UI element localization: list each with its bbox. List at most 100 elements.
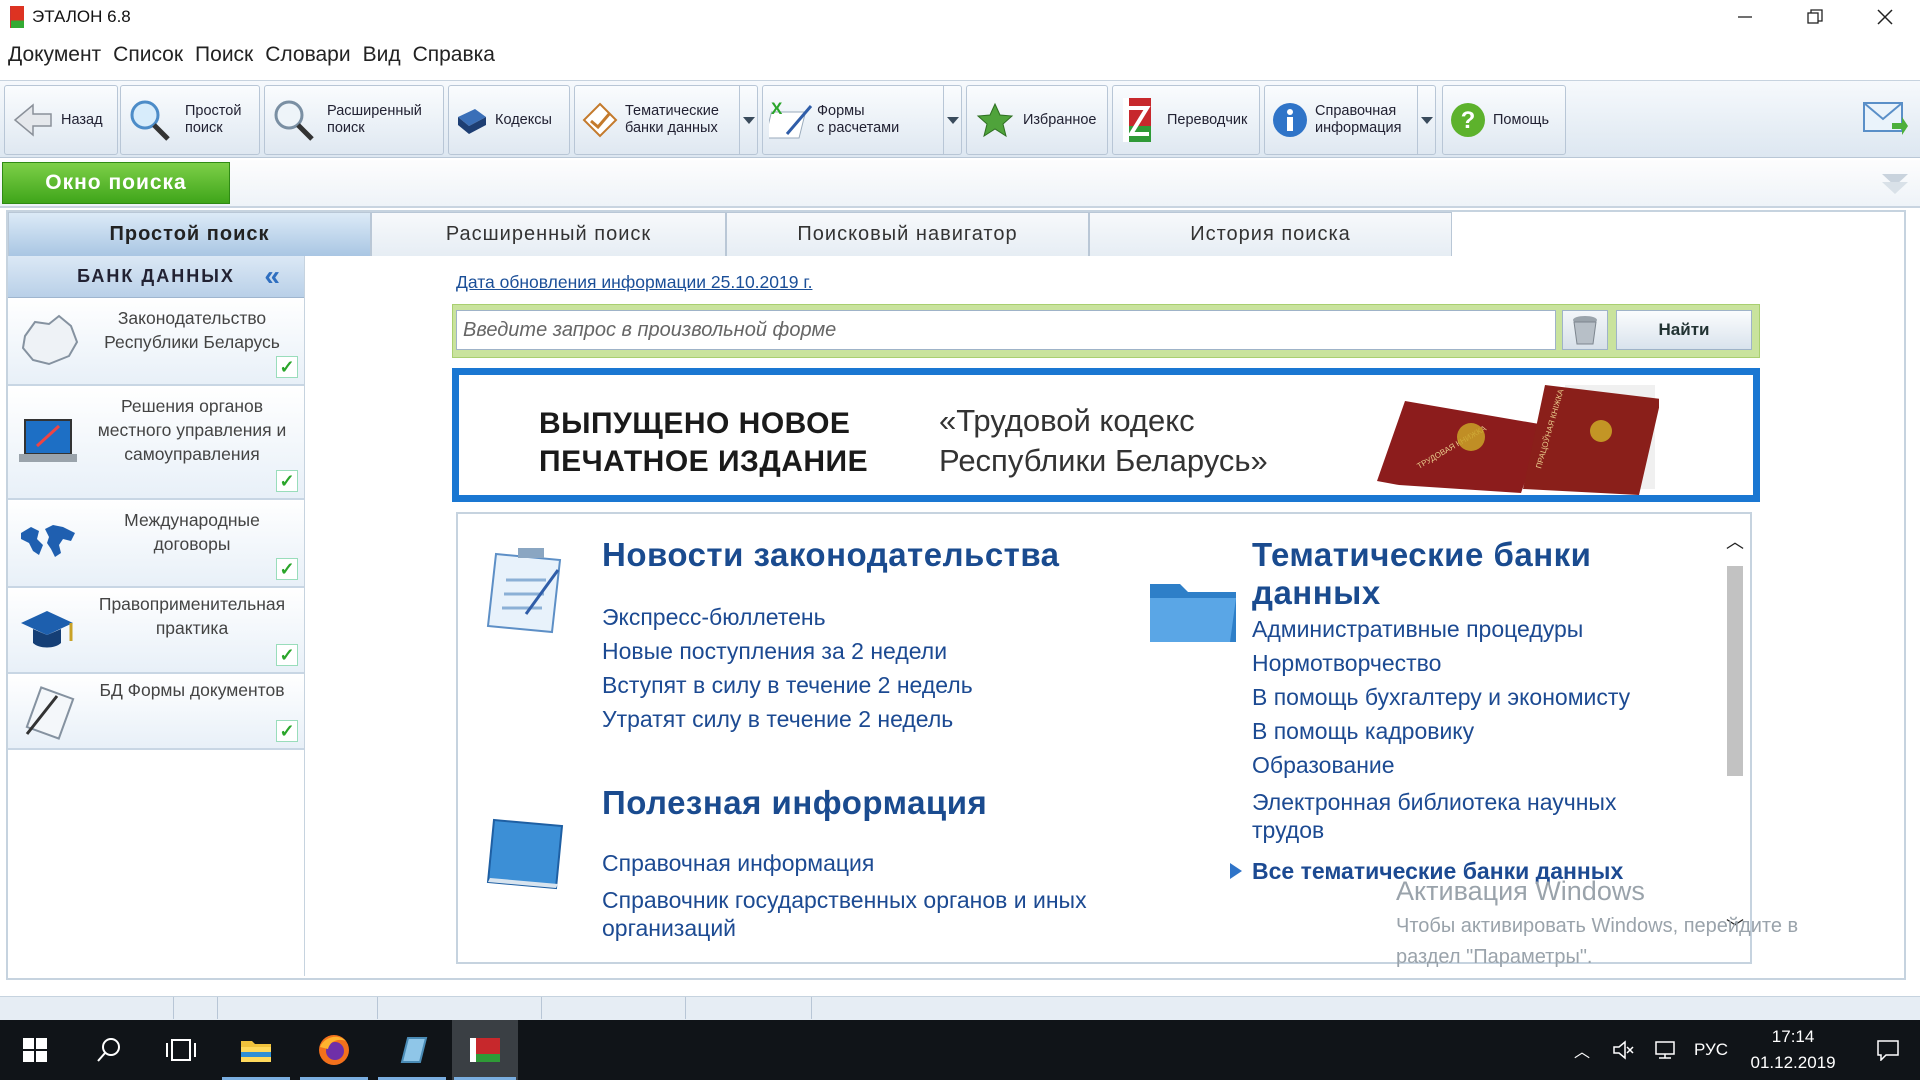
simple-search-button[interactable]: Простой поиск xyxy=(120,85,260,155)
windows-taskbar: ︿ РУС 17:14 01.12.2019 xyxy=(0,1020,1920,1080)
translator-button[interactable]: Переводчик xyxy=(1112,85,1260,155)
mail-icon[interactable] xyxy=(1862,99,1908,139)
favorites-button[interactable]: Избранное xyxy=(966,85,1108,155)
tab-extended-search[interactable]: Расширенный поиск xyxy=(371,212,726,256)
help-question-icon: ? xyxy=(1449,98,1487,142)
minimize-button[interactable] xyxy=(1710,0,1780,34)
task-view-icon xyxy=(166,1039,196,1061)
close-button[interactable] xyxy=(1850,0,1920,34)
menu-document[interactable]: Документ xyxy=(8,43,101,67)
useful-link[interactable]: Справочная информация xyxy=(602,846,1162,880)
databank-sidebar: БАНК ДАННЫХ « Законодательство Республик… xyxy=(8,256,305,976)
databank-item-checkbox[interactable]: ✓ xyxy=(276,558,298,580)
thematic-banks-dropdown-arrow[interactable] xyxy=(739,86,757,154)
restore-button[interactable] xyxy=(1780,0,1850,34)
folder-icon xyxy=(241,1041,271,1062)
news-link[interactable]: Вступят в силу в течение 2 недель xyxy=(602,668,1122,702)
news-link[interactable]: Новые поступления за 2 недели xyxy=(602,634,1122,668)
reference-info-dropdown-arrow[interactable] xyxy=(1417,86,1435,154)
search-window-tab[interactable]: Окно поиска xyxy=(2,162,230,204)
databank-item-checkbox[interactable]: ✓ xyxy=(276,356,298,378)
task-view-button[interactable] xyxy=(146,1020,216,1080)
promo-banner[interactable]: ВЫПУЩЕНО НОВОЕ ПЕЧАТНОЕ ИЗДАНИЕ «Трудово… xyxy=(452,368,1760,502)
banner-headline: ВЫПУЩЕНО НОВОЕ ПЕЧАТНОЕ ИЗДАНИЕ xyxy=(539,405,868,481)
menu-bar: Документ Список Поиск Словари Вид Справк… xyxy=(0,40,507,70)
language-indicator[interactable]: РУС xyxy=(1694,1040,1728,1060)
taskbar-etalon[interactable] xyxy=(452,1020,518,1080)
forms-calc-icon: X xyxy=(769,98,813,142)
world-map-icon xyxy=(16,512,80,576)
system-tray: ︿ РУС 17:14 01.12.2019 xyxy=(1574,1020,1900,1080)
network-icon[interactable] xyxy=(1652,1040,1678,1060)
taskbar-explorer[interactable] xyxy=(218,1020,294,1080)
databank-header-label: БАНК ДАННЫХ xyxy=(77,266,235,286)
taskbar-app[interactable] xyxy=(374,1020,450,1080)
tab-search-history[interactable]: История поиска xyxy=(1089,212,1452,256)
databank-item-checkbox[interactable]: ✓ xyxy=(276,470,298,492)
firefox-icon xyxy=(319,1035,349,1065)
query-input[interactable]: Введите запрос в произвольной форме xyxy=(456,310,1556,350)
menu-dictionaries[interactable]: Словари xyxy=(265,43,350,67)
star-icon xyxy=(973,98,1017,142)
databank-item-law-practice[interactable]: Правоприменительная практика ✓ xyxy=(8,588,304,674)
thematic-banks-label-1: Тематические xyxy=(625,103,719,119)
help-button[interactable]: ? Помощь xyxy=(1442,85,1566,155)
thematic-link[interactable]: Нормотворчество xyxy=(1252,646,1722,680)
menu-view[interactable]: Вид xyxy=(363,43,401,67)
extended-search-button[interactable]: Расширенный поиск xyxy=(264,85,444,155)
toolbar: Назад Простой поиск Расширенный поиск Коде… xyxy=(0,80,1920,158)
back-button[interactable]: Назад xyxy=(4,85,118,155)
restore-icon xyxy=(1807,9,1823,24)
title-bar: ЭТАЛОН 6.8 xyxy=(0,0,1920,34)
start-button[interactable] xyxy=(0,1020,70,1080)
belarus-map-icon xyxy=(16,310,80,374)
notifications-icon[interactable] xyxy=(1876,1039,1900,1061)
window-title: ЭТАЛОН 6.8 xyxy=(32,7,131,26)
search-tabs: Простой поиск Расширенный поиск Поисковы… xyxy=(8,212,1452,256)
news-link[interactable]: Утратят силу в течение 2 недель xyxy=(602,702,1122,736)
status-cell xyxy=(174,997,218,1019)
databank-item-international[interactable]: Международные договоры ✓ xyxy=(8,500,304,588)
thematic-link[interactable]: Административные процедуры xyxy=(1252,612,1722,646)
panel-collapse-icon[interactable] xyxy=(1880,168,1910,198)
watermark-line-3: раздел "Параметры". xyxy=(1396,946,1593,968)
taskbar-firefox[interactable] xyxy=(296,1020,372,1080)
activation-watermark: Активация Windows Чтобы активировать Win… xyxy=(1396,876,1798,973)
tab-simple-search[interactable]: Простой поиск xyxy=(8,212,371,256)
thematic-banks-button[interactable]: Тематические банки данных xyxy=(574,85,758,155)
watermark-title: Активация Windows xyxy=(1396,876,1645,906)
scroll-up-icon[interactable]: ︿ xyxy=(1724,530,1746,552)
clock[interactable]: 17:14 01.12.2019 xyxy=(1748,1024,1838,1076)
databank-item-checkbox[interactable]: ✓ xyxy=(276,644,298,666)
codes-button[interactable]: Кодексы xyxy=(448,85,570,155)
useful-link[interactable]: Справочник государственных органов и ины… xyxy=(602,886,1162,942)
thematic-link[interactable]: В помощь бухгалтеру и экономисту xyxy=(1252,680,1722,714)
collapse-chevron-icon[interactable]: « xyxy=(264,262,282,290)
document-pen-icon xyxy=(16,680,80,744)
tab-search-navigator[interactable]: Поисковый навигатор xyxy=(726,212,1089,256)
update-date-link[interactable]: Дата обновления информации 25.10.2019 г. xyxy=(456,272,812,293)
databank-item-checkbox[interactable]: ✓ xyxy=(276,720,298,742)
menu-help[interactable]: Справка xyxy=(413,43,495,67)
databank-item-legislation[interactable]: Законодательство Республики Беларусь ✓ xyxy=(8,298,304,386)
volume-muted-icon[interactable] xyxy=(1612,1040,1634,1060)
news-title: Новости законодательства xyxy=(602,536,1060,573)
menu-search[interactable]: Поиск xyxy=(195,43,253,67)
taskbar-search-button[interactable] xyxy=(74,1020,144,1080)
thematic-link[interactable]: В помощь кадровику xyxy=(1252,714,1722,748)
codes-book-icon xyxy=(455,98,489,142)
watermark-line-2: Чтобы активировать Windows, перейдите в xyxy=(1396,915,1799,937)
databank-item-local-decisions[interactable]: Решения органов местного управления и са… xyxy=(8,386,304,500)
menu-list[interactable]: Список xyxy=(113,43,183,67)
reference-info-button[interactable]: Справочная информация xyxy=(1264,85,1436,155)
thematic-link[interactable]: Электронная библиотека научных трудов xyxy=(1252,788,1652,844)
find-button[interactable]: Найти xyxy=(1616,310,1752,350)
news-link[interactable]: Экспресс-бюллетень xyxy=(602,600,1122,634)
forms-calc-dropdown-arrow[interactable] xyxy=(943,86,961,154)
tray-chevron-icon[interactable]: ︿ xyxy=(1574,1038,1590,1062)
thematic-link[interactable]: Образование xyxy=(1252,748,1722,782)
forms-calc-button[interactable]: X Формы с расчетами xyxy=(762,85,962,155)
scroll-thumb[interactable] xyxy=(1727,566,1743,776)
clear-query-button[interactable] xyxy=(1562,310,1608,350)
databank-item-forms[interactable]: БД Формы документов ✓ xyxy=(8,674,304,750)
